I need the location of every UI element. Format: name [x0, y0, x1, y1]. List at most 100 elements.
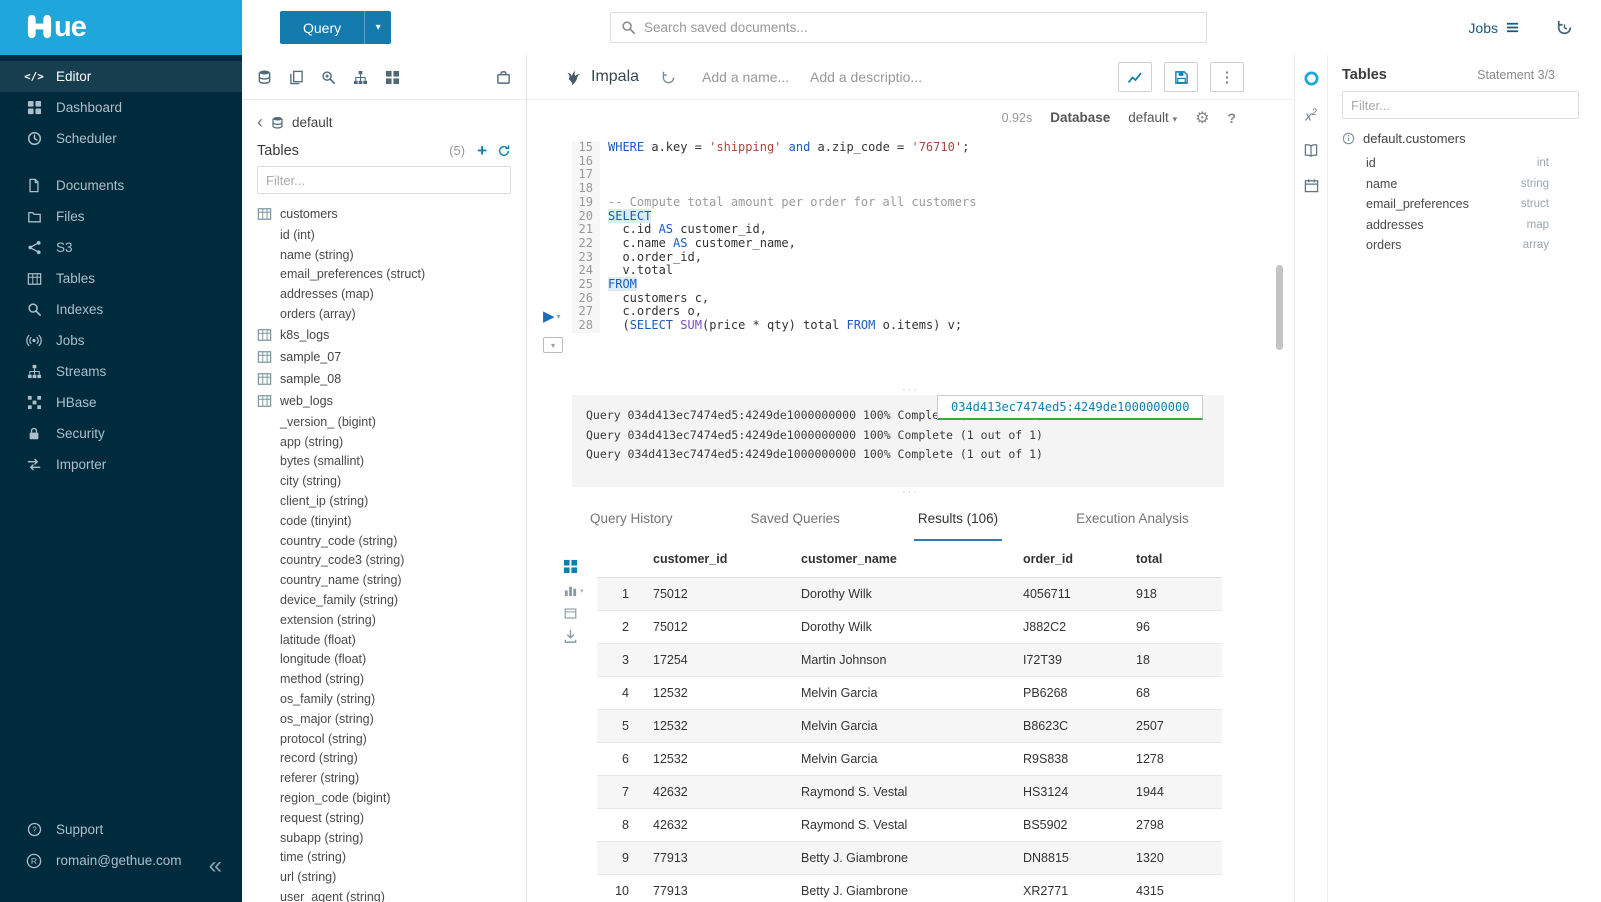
bar-chart-icon[interactable]: ▾: [563, 583, 597, 598]
table-row[interactable]: 1077913Betty J. GiambroneXR27714315: [597, 875, 1222, 902]
database-selector[interactable]: default ▾: [1128, 110, 1177, 125]
table-item[interactable]: sample_08: [257, 368, 526, 390]
table-row[interactable]: 512532Melvin GarciaB8623C2507: [597, 710, 1222, 743]
snippet-settings-button[interactable]: ▾: [543, 337, 563, 353]
column-item[interactable]: longitude (float): [257, 650, 526, 670]
add-icon[interactable]: +: [477, 142, 487, 159]
table-item[interactable]: customers: [257, 203, 526, 225]
resize-handle[interactable]: ···: [527, 487, 1294, 497]
right-column-item[interactable]: email_preferencesstruct: [1342, 194, 1587, 215]
column-item[interactable]: latitude (float): [257, 630, 526, 650]
sidebar-item-hbase[interactable]: HBase: [0, 387, 242, 418]
more-options-button[interactable]: ⋮: [1210, 62, 1244, 92]
back-chevron-icon[interactable]: ‹: [257, 113, 263, 131]
table-row[interactable]: 842632Raymond S. VestalBS59022798: [597, 809, 1222, 842]
save-button[interactable]: [1164, 62, 1198, 92]
column-item[interactable]: protocol (string): [257, 729, 526, 749]
chart-button[interactable]: [1118, 62, 1152, 92]
column-item[interactable]: referer (string): [257, 768, 526, 788]
sidebar-item-files[interactable]: Files: [0, 201, 242, 232]
window-icon[interactable]: [563, 607, 597, 620]
apps-icon[interactable]: [385, 70, 400, 85]
column-item[interactable]: addresses (map): [257, 284, 526, 304]
zoom-in-icon[interactable]: [321, 70, 336, 85]
table-item[interactable]: web_logs: [257, 390, 526, 412]
copy-icon[interactable]: [289, 70, 304, 85]
column-item[interactable]: os_family (string): [257, 689, 526, 709]
query-name-input[interactable]: Add a name...: [702, 69, 794, 85]
snippet-history-icon[interactable]: [661, 70, 676, 85]
search-input[interactable]: [644, 20, 1196, 35]
column-item[interactable]: client_ip (string): [257, 491, 526, 511]
column-item[interactable]: city (string): [257, 471, 526, 491]
query-dropdown-button[interactable]: ▾: [364, 11, 391, 44]
table-row[interactable]: 175012Dorothy Wilk4056711918: [597, 578, 1222, 611]
right-column-item[interactable]: ordersarray: [1342, 235, 1587, 256]
active-table-row[interactable]: default.customers: [1342, 131, 1587, 146]
column-item[interactable]: country_code3 (string): [257, 551, 526, 571]
sidebar-item-support[interactable]: ?Support: [0, 814, 242, 845]
sidebar-item-s3[interactable]: S3: [0, 232, 242, 263]
column-header[interactable]: total: [1128, 541, 1222, 578]
column-item[interactable]: code (tinyint): [257, 511, 526, 531]
sidebar-item-importer[interactable]: Importer: [0, 449, 242, 480]
table-row[interactable]: 412532Melvin GarciaPB626868: [597, 677, 1222, 710]
sidebar-item-jobs[interactable]: Jobs: [0, 325, 242, 356]
column-item[interactable]: record (string): [257, 749, 526, 769]
sidebar-item-documents[interactable]: Documents: [0, 170, 242, 201]
sidebar-item-dashboard[interactable]: Dashboard: [0, 92, 242, 123]
tab-results-106-[interactable]: Results (106): [914, 497, 1002, 541]
right-column-item[interactable]: idint: [1342, 153, 1587, 174]
column-item[interactable]: subapp (string): [257, 828, 526, 848]
query-button[interactable]: Query: [280, 11, 364, 44]
sitemap-icon[interactable]: [353, 70, 368, 85]
editor-scrollbar[interactable]: [1276, 265, 1283, 350]
hue-logo[interactable]: ue: [0, 0, 242, 55]
table-row[interactable]: 977913Betty J. GiambroneDN88151320: [597, 842, 1222, 875]
settings-gear-icon[interactable]: ⚙: [1195, 108, 1209, 128]
tab-query-history[interactable]: Query History: [586, 497, 677, 541]
column-item[interactable]: country_name (string): [257, 570, 526, 590]
table-filter-input[interactable]: [257, 166, 511, 194]
sidebar-item-security[interactable]: Security: [0, 418, 242, 449]
table-row[interactable]: 742632Raymond S. VestalHS31241944: [597, 776, 1222, 809]
table-row[interactable]: 317254Martin JohnsonI72T3918: [597, 644, 1222, 677]
sidebar-item-editor[interactable]: </>Editor: [0, 61, 242, 92]
assistant-icon[interactable]: [1303, 70, 1320, 87]
column-item[interactable]: time (string): [257, 848, 526, 868]
column-item[interactable]: country_code (string): [257, 531, 526, 551]
column-item[interactable]: app (string): [257, 432, 526, 452]
language-reference-icon[interactable]: [1303, 143, 1319, 158]
right-column-item[interactable]: namestring: [1342, 174, 1587, 195]
column-item[interactable]: request (string): [257, 808, 526, 828]
sidebar-item-tables[interactable]: Tables: [0, 263, 242, 294]
column-item[interactable]: region_code (bigint): [257, 788, 526, 808]
query-description-input[interactable]: Add a descriptio...: [810, 69, 928, 85]
code-editor[interactable]: 15WHERE a.key = 'shipping' and a.zip_cod…: [527, 135, 1294, 385]
calendar-icon[interactable]: [1304, 178, 1319, 193]
column-item[interactable]: method (string): [257, 669, 526, 689]
sidebar-item-indexes[interactable]: Indexes: [0, 294, 242, 325]
table-item[interactable]: k8s_logs: [257, 324, 526, 346]
right-filter-input[interactable]: [1342, 91, 1579, 119]
sidebar-item-scheduler[interactable]: Scheduler: [0, 123, 242, 154]
column-item[interactable]: device_family (string): [257, 590, 526, 610]
table-item[interactable]: sample_07: [257, 346, 526, 368]
column-item[interactable]: email_preferences (struct): [257, 265, 526, 285]
column-item[interactable]: os_major (string): [257, 709, 526, 729]
sidebar-collapse-icon[interactable]: «: [209, 854, 222, 878]
sidebar-item-streams[interactable]: Streams: [0, 356, 242, 387]
column-item[interactable]: name (string): [257, 245, 526, 265]
right-column-item[interactable]: addressesmap: [1342, 215, 1587, 236]
help-icon[interactable]: ?: [1227, 110, 1236, 126]
table-row[interactable]: 612532Melvin GarciaR9S8381278: [597, 743, 1222, 776]
query-history-icon[interactable]: [1556, 19, 1573, 36]
table-row[interactable]: 275012Dorothy WilkJ882C296: [597, 611, 1222, 644]
column-item[interactable]: bytes (smallint): [257, 452, 526, 472]
bag-icon[interactable]: [496, 70, 511, 85]
column-header[interactable]: customer_name: [793, 541, 1015, 578]
breadcrumb-database[interactable]: default: [292, 115, 333, 130]
column-item[interactable]: url (string): [257, 867, 526, 887]
resize-handle[interactable]: ···: [527, 385, 1294, 395]
download-icon[interactable]: [563, 629, 597, 644]
